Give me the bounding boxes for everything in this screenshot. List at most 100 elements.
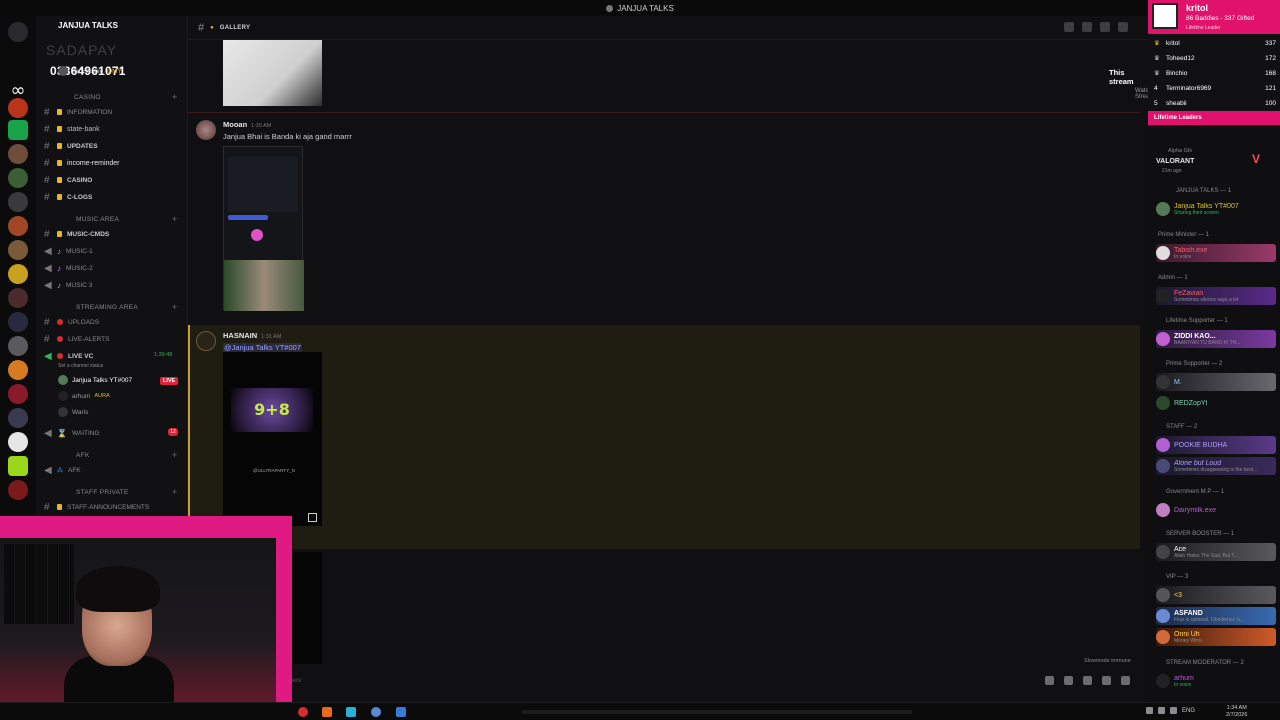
server-icon[interactable] (8, 144, 28, 164)
server-icon[interactable] (8, 360, 28, 380)
member-item[interactable]: Dairymilk.exe (1156, 501, 1276, 519)
member-item[interactable]: FeZavian Sometimes silence says a lot (1156, 287, 1276, 305)
voice-user[interactable]: Waris (58, 407, 88, 417)
channel-information[interactable]: # INFORMATION (44, 105, 112, 119)
category-staff-private[interactable]: STAFF PRIVATE (76, 489, 129, 496)
vc-status[interactable]: Set a channel status (58, 363, 103, 369)
member-item[interactable]: M. (1156, 373, 1276, 391)
server-icon[interactable] (8, 98, 28, 118)
clock[interactable]: 1:34 AM 2/7/2026 (1226, 705, 1247, 719)
emoji-icon[interactable] (1102, 676, 1111, 685)
language-indicator[interactable]: ENG (1182, 708, 1195, 714)
server-icon[interactable] (8, 240, 28, 260)
server-icon[interactable] (8, 480, 28, 500)
add-channel-icon[interactable]: + (172, 487, 177, 497)
pin-icon[interactable] (1100, 22, 1110, 32)
message-input[interactable]: env (284, 674, 1140, 698)
channel-updates[interactable]: # UPDATES (44, 139, 98, 153)
channel-live-vc[interactable]: ◀ LIVE VC (44, 349, 93, 363)
server-name[interactable]: JANJUA TALKS (58, 21, 118, 30)
apps-icon[interactable] (1121, 676, 1130, 685)
member-item[interactable]: ASFAND Fear is optional. Obedience is... (1156, 607, 1276, 625)
member-item[interactable]: Onni Uh Money Wins. (1156, 628, 1276, 646)
server-icon[interactable] (8, 384, 28, 404)
member-item[interactable]: REDZopYt (1156, 394, 1276, 412)
member-item[interactable]: ZIDDI KAO... BAARIYAN TU BAND KI TH... (1156, 330, 1276, 348)
member-item[interactable]: arhum In voice (1156, 672, 1276, 690)
server-icon[interactable] (8, 408, 28, 428)
server-icon[interactable] (8, 22, 28, 42)
user-name: arhum (72, 392, 91, 400)
category-afk[interactable]: AFK (76, 452, 90, 459)
infinity-icon[interactable]: ∞ (6, 82, 30, 100)
server-icon[interactable] (8, 288, 28, 308)
taskbar-progress (522, 710, 912, 714)
server-icon[interactable] (8, 432, 28, 452)
message-image[interactable] (223, 40, 322, 106)
add-channel-icon[interactable]: + (172, 450, 177, 460)
battery-icon[interactable] (1170, 707, 1177, 714)
add-channel-icon[interactable]: + (172, 92, 177, 102)
channel-music-cmds[interactable]: # MUSIC-CMDS (44, 227, 109, 241)
app-icon[interactable] (346, 707, 356, 717)
member-item[interactable]: Janjua Talks YT#007 Sharing their screen (1156, 200, 1276, 218)
message-author[interactable]: HASNAIN (223, 331, 257, 340)
app-icon[interactable] (396, 707, 406, 717)
member-item[interactable]: Tabish.exe In voice (1156, 244, 1276, 262)
channel-casino[interactable]: # CASINO (44, 173, 92, 187)
add-channel-icon[interactable]: + (172, 214, 177, 224)
mute-icon[interactable] (1082, 22, 1092, 32)
row-score: 121 (1265, 84, 1276, 92)
user-mention[interactable]: @Janjua Talks YT#007 (223, 343, 302, 352)
server-icon[interactable] (8, 216, 28, 236)
channel-music-1[interactable]: ◀ ♪ MUSIC-1 (44, 244, 93, 258)
category-casino[interactable]: CASINO (74, 94, 101, 101)
channel-uploads[interactable]: # UPLOADS (44, 315, 99, 329)
channel-live-alerts[interactable]: # LIVE-ALERTS (44, 332, 109, 346)
channel-afk[interactable]: ◀ ⁂ AFK (44, 463, 81, 477)
server-icon[interactable] (8, 336, 28, 356)
leaderboard-header: kritol 86 Baddies - 337 Gifted Lifetime … (1148, 0, 1280, 34)
volume-icon[interactable] (1158, 707, 1165, 714)
server-icon[interactable] (8, 192, 28, 212)
member-item[interactable]: Ace Allah Hates The Sad, But T... (1156, 543, 1276, 561)
activity-game[interactable]: VALORANT (1156, 158, 1194, 165)
chrome-icon[interactable] (371, 707, 381, 717)
category-streaming-area[interactable]: STREAMING AREA (76, 304, 138, 311)
channel-c-logs[interactable]: # C-LOGS (44, 190, 92, 204)
message-image[interactable] (223, 146, 304, 311)
server-icon[interactable] (8, 456, 28, 476)
server-icon[interactable] (8, 312, 28, 332)
channel-music-3[interactable]: ◀ ♪ MUSIC 3 (44, 278, 92, 292)
channel-staff-announcements[interactable]: # STAFF-ANNOUNCEMENTS (44, 500, 149, 514)
message-video[interactable] (288, 552, 322, 664)
voice-user[interactable]: Tabish.exe OMY (58, 66, 122, 76)
channel-income-reminder[interactable]: # income-reminder (44, 156, 120, 170)
add-channel-icon[interactable]: + (172, 302, 177, 312)
channel-waiting[interactable]: ◀ ⌛ WAITING (44, 426, 100, 440)
voice-user[interactable]: arhum AURA (58, 391, 110, 401)
avatar[interactable] (196, 120, 216, 140)
fullscreen-icon[interactable] (308, 513, 317, 522)
channel-state-bank[interactable]: # state-bank (44, 122, 100, 136)
member-item[interactable]: POOKIE BUDHA (1156, 436, 1276, 454)
category-music-area[interactable]: MUSIC AREA (76, 216, 119, 223)
brave-icon[interactable] (322, 707, 332, 717)
message-video[interactable]: 9+8 @ULLTRAPARTY_N (223, 352, 322, 526)
gif-icon[interactable] (1064, 676, 1073, 685)
threads-icon[interactable] (1064, 22, 1074, 32)
message-author[interactable]: Mooan (223, 120, 247, 129)
app-icon[interactable] (298, 707, 308, 717)
channel-music-2[interactable]: ◀ ♪ MUSIC-2 (44, 261, 93, 275)
sticker-icon[interactable] (1083, 676, 1092, 685)
network-icon[interactable] (1146, 707, 1153, 714)
members-icon[interactable] (1118, 22, 1128, 32)
avatar[interactable] (196, 331, 216, 351)
server-icon[interactable] (8, 264, 28, 284)
gift-icon[interactable] (1045, 676, 1054, 685)
server-icon[interactable] (8, 120, 28, 140)
member-item[interactable]: Alone but Loud Sometimes disappearing is … (1156, 457, 1276, 475)
server-icon[interactable] (8, 168, 28, 188)
member-item[interactable]: <3 (1156, 586, 1276, 604)
voice-user[interactable]: Janjua Talks YT#007 (58, 375, 132, 385)
